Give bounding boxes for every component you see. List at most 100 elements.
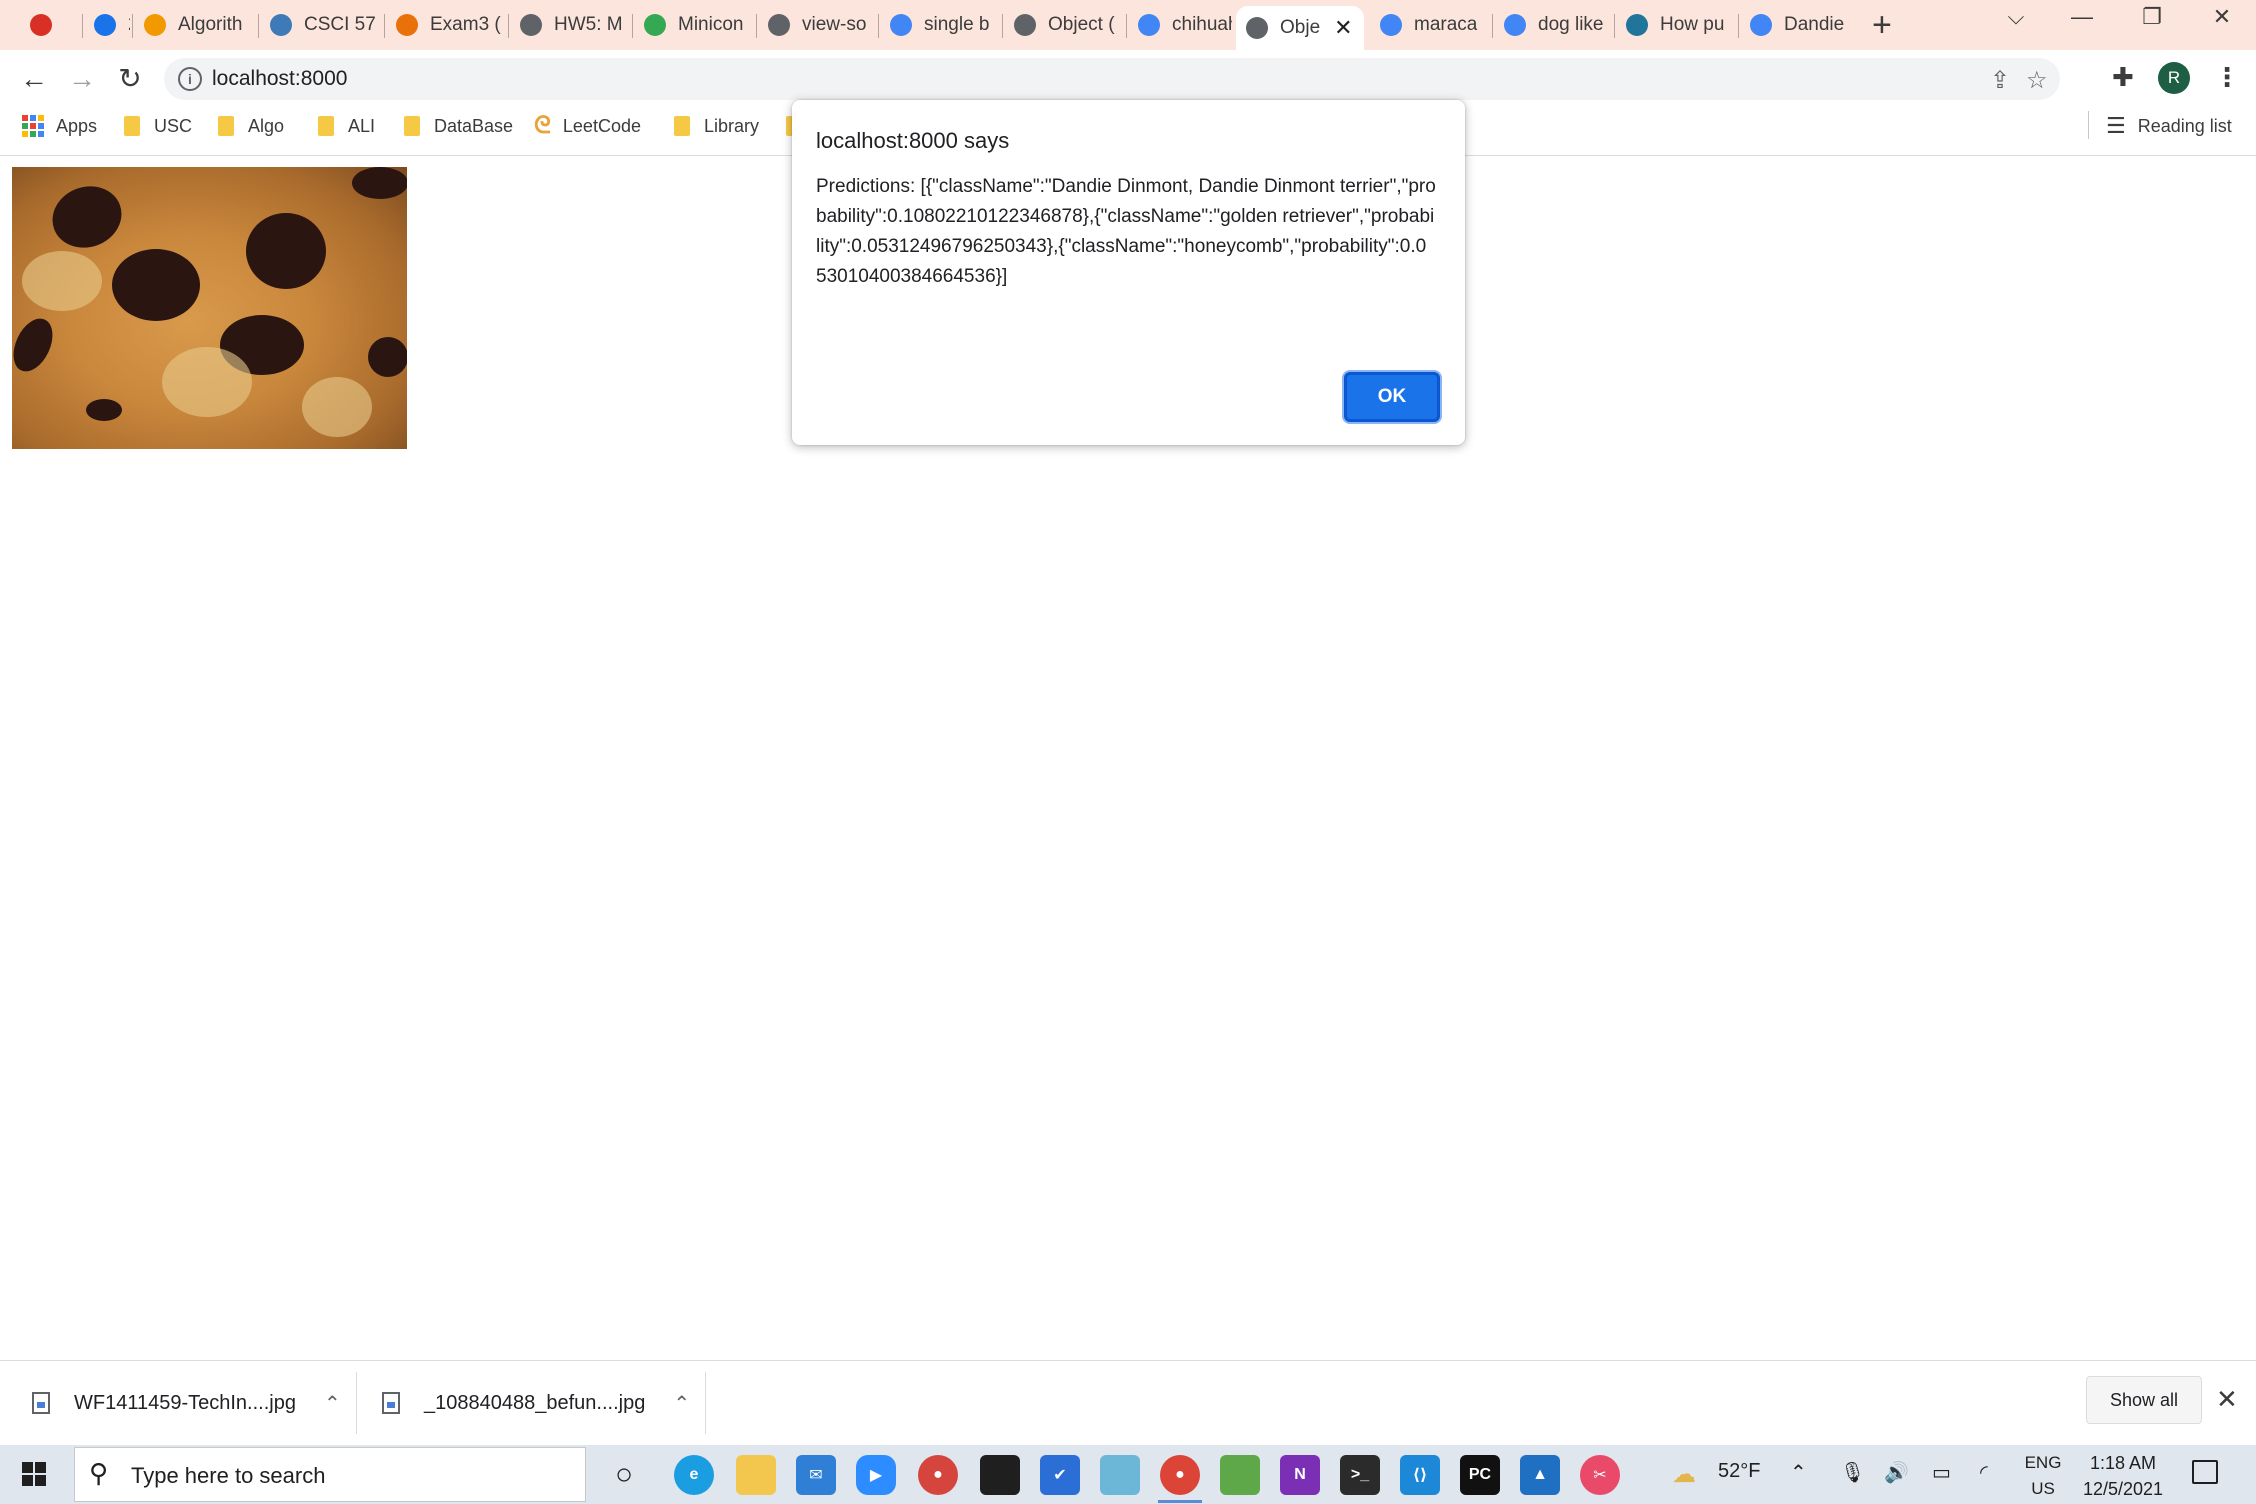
show-all-button[interactable]: Show all [2086,1376,2202,1424]
menu-kebab-icon[interactable]: ⋮ [2214,62,2240,93]
microphone-icon[interactable]: 🎙 [1840,1460,1865,1485]
browser-tab[interactable]: Minicon [634,8,752,42]
onenote-icon[interactable]: N [1280,1455,1320,1495]
volume-icon[interactable]: 🔊 [1884,1460,1909,1485]
hidden-icons-chevron-icon[interactable]: ⌃ [1790,1460,1807,1485]
vscode-icon[interactable]: ⟨⟩ [1400,1455,1440,1495]
tab-separator [508,14,509,38]
photos-icon[interactable]: ▲ [1520,1455,1560,1495]
share-icon[interactable]: ⇪ [1990,66,2010,95]
reading-list-button[interactable]: ☰ Reading list [2106,113,2232,139]
bookmark-algo[interactable]: Algo [218,113,284,139]
tab-title: Algorith [178,14,243,35]
tab-separator [1492,14,1493,38]
forward-button[interactable]: → [62,62,102,96]
browser-tab[interactable]: Dandie [1740,8,1860,42]
address-url[interactable]: localhost:8000 [212,67,347,91]
todo-icon[interactable]: ✔ [1040,1455,1080,1495]
bookmark-apps[interactable]: Apps [22,113,97,139]
browser-tab[interactable]: maraca [1370,8,1488,42]
tab-separator [132,14,133,38]
download-item[interactable]: WF1411459-TechIn....jpg ⌃ [32,1380,341,1426]
bookmark-database[interactable]: DataBase [404,113,513,139]
browser-tab[interactable]: Algorith [134,8,254,42]
terminal-icon[interactable]: >_ [1340,1455,1380,1495]
edge-icon[interactable]: e [674,1455,714,1495]
windows-start-icon[interactable] [22,1462,46,1486]
close-window-button[interactable]: ✕ [2192,4,2252,30]
chevron-up-icon[interactable]: ⌃ [673,1391,690,1416]
tab-title: Dandie [1784,14,1845,35]
close-shelf-icon[interactable]: ✕ [2216,1384,2238,1415]
close-tab-icon[interactable]: ✕ [1334,15,1352,41]
bookmark-library[interactable]: Library [674,113,759,139]
tab-title: CSCI 57 [304,14,376,35]
weather-temp[interactable]: 52°F [1718,1460,1760,1483]
bookmark-star-icon[interactable]: ☆ [2026,66,2048,95]
folder-icon [318,116,334,136]
browser-tab[interactable]: Exam3 ( [386,8,504,42]
chrome-icon[interactable]: ● [1160,1455,1200,1495]
browser-tab[interactable]: Obje ✕ [1236,6,1364,50]
pycharm-icon[interactable]: PC [1460,1455,1500,1495]
notification-center-icon[interactable] [2192,1460,2218,1484]
google-icon [1504,14,1526,36]
tab-separator [384,14,385,38]
browser-tab[interactable]: 2 [84,8,130,42]
reading-list-icon: ☰ [2106,113,2126,138]
mail-icon[interactable]: ✉ [796,1455,836,1495]
bookmark-usc[interactable]: USC [124,113,192,139]
browser-tab[interactable]: view-so [758,8,874,42]
download-item[interactable]: _108840488_befun....jpg ⌃ [382,1380,690,1426]
minimize-button[interactable]: — [2052,4,2112,30]
browser-tab[interactable]: Object ( [1004,8,1122,42]
system-clock[interactable]: 1:18 AM 12/5/2021 [2078,1450,2168,1502]
battery-icon[interactable]: ▭ [1932,1460,1951,1485]
chrome-profile-icon[interactable]: ● [918,1455,958,1495]
tab-separator [258,14,259,38]
sticky-notes-icon[interactable] [980,1455,1020,1495]
browser-tab[interactable]: How pu [1616,8,1734,42]
folder-icon [124,116,140,136]
browser-tab[interactable]: single b [880,8,998,42]
browser-tab[interactable]: HW5: M [510,8,628,42]
app-icon[interactable] [1100,1455,1140,1495]
zoom-icon[interactable]: ▶ [856,1455,896,1495]
back-button[interactable]: ← [14,62,54,96]
browser-tab[interactable]: chihuah [1128,8,1232,42]
address-bar[interactable]: i localhost:8000 ⇪ ☆ [164,58,2060,100]
gmail-icon [30,14,52,36]
file-explorer-icon[interactable] [736,1455,776,1495]
chevron-up-icon[interactable]: ⌃ [324,1391,341,1416]
restore-button[interactable]: ❐ [2122,4,2182,30]
bookmark-leetcode[interactable]: ᘓ LeetCode [534,112,641,139]
tab-title: dog like [1538,14,1604,35]
bookmark-ali[interactable]: ALI [318,113,375,139]
folder-icon [674,116,690,136]
browser-tab[interactable]: dog like [1494,8,1610,42]
tab-title: view-so [802,14,867,35]
new-tab-button[interactable]: + [1872,6,1892,45]
screen: 2 Algorith CSCI 57 Exam3 (HW5: M Minicon view… [0,0,2256,1504]
input-language[interactable]: ENG US [2018,1450,2068,1502]
wordpress-icon [1626,14,1648,36]
tab-title: 2 [128,14,130,36]
tab-search-chevron-icon[interactable]: ⌵ [1986,4,2046,30]
image-file-icon [382,1392,400,1414]
bitcoin-icon [396,14,418,36]
divider [2088,111,2089,139]
weather-icon[interactable]: ☁ [1672,1460,1696,1489]
browser-tab[interactable] [20,8,70,42]
paint-icon[interactable] [1220,1455,1260,1495]
reload-button[interactable]: ↻ [110,62,150,96]
extensions-puzzle-icon[interactable]: ✚ [2112,62,2134,93]
taskbar-search-input[interactable]: ⚲ Type here to search [74,1447,586,1502]
cortana-icon[interactable]: ○ [604,1455,644,1495]
ok-button[interactable]: OK [1344,372,1440,422]
uploaded-image [12,167,407,449]
site-info-icon[interactable]: i [178,67,202,91]
wifi-icon[interactable]: ◜ [1980,1460,1988,1485]
browser-tab[interactable]: CSCI 57 [260,8,380,42]
snipping-tool-icon[interactable]: ✂ [1580,1455,1620,1495]
profile-avatar[interactable]: R [2158,62,2190,94]
